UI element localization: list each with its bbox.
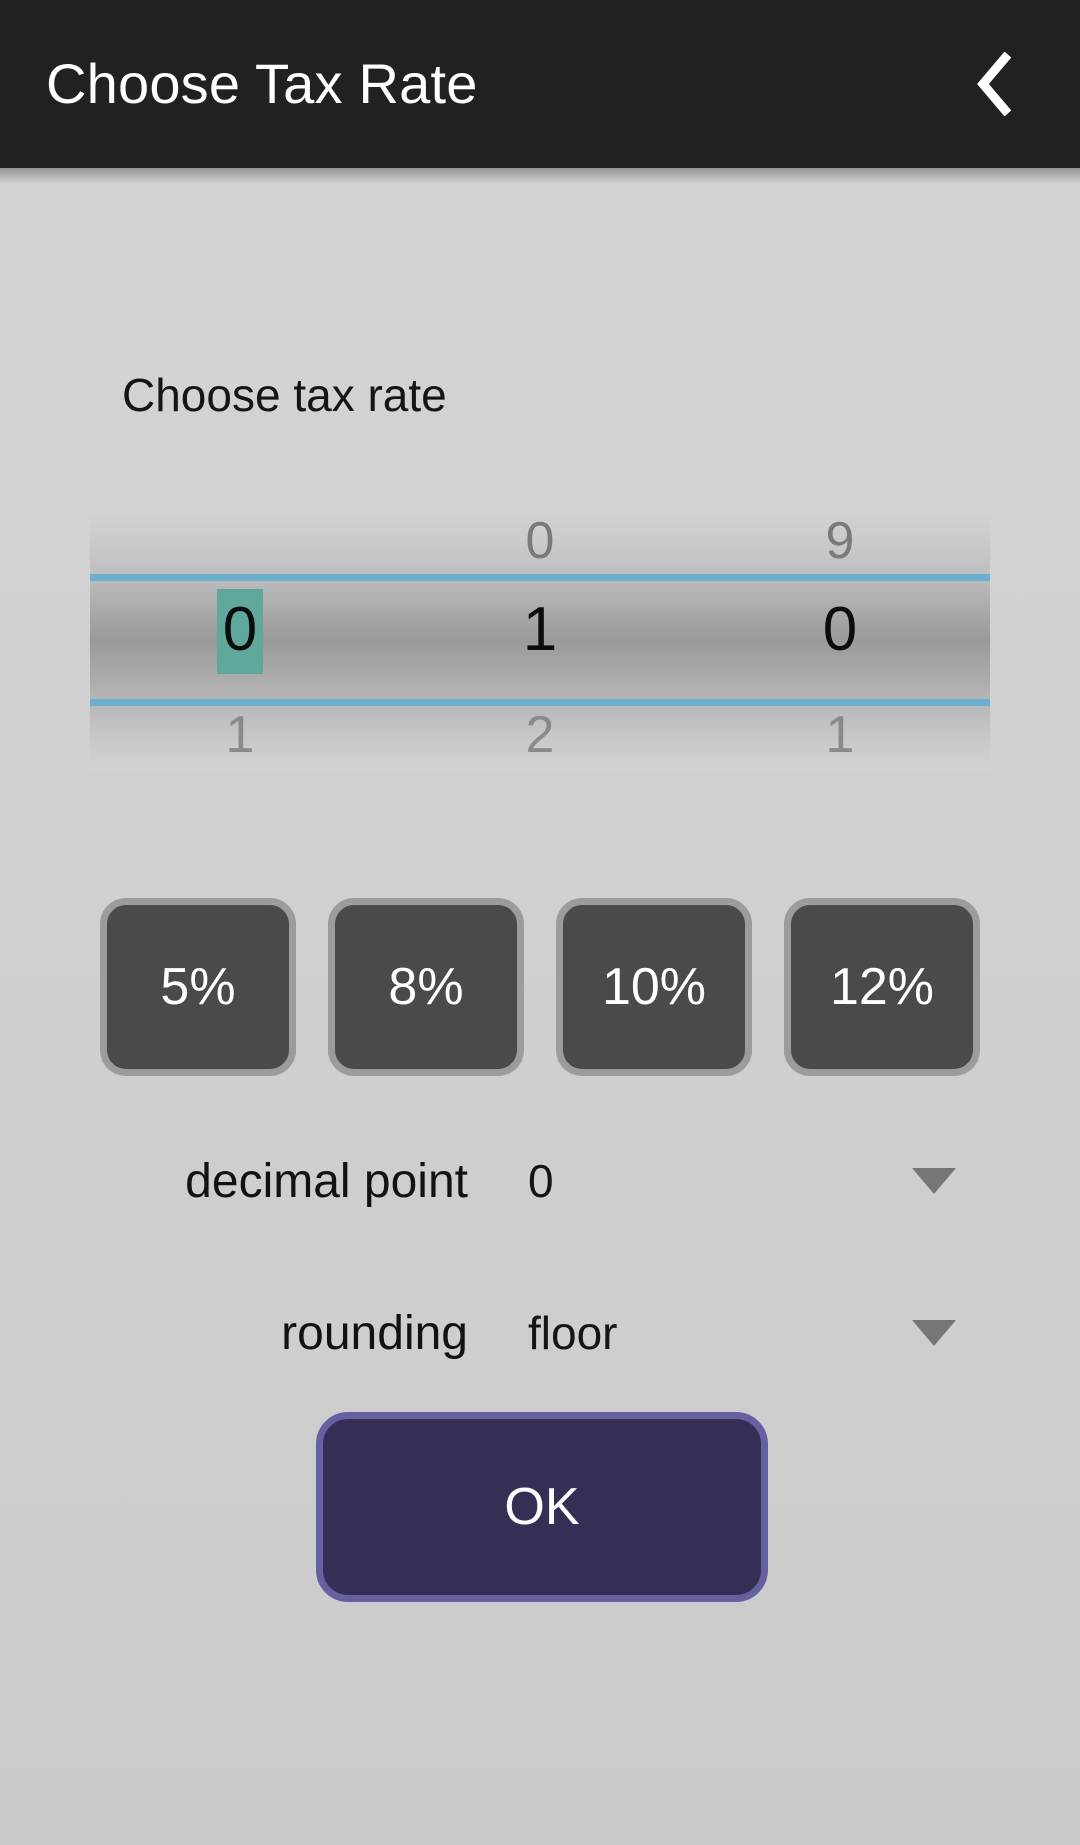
app-bar: Choose Tax Rate	[0, 0, 1080, 168]
picker-column-2[interactable]: 0 1 2	[390, 509, 690, 772]
rounding-value[interactable]: floor	[528, 1306, 617, 1360]
chevron-down-icon[interactable]	[912, 1320, 956, 1346]
back-button[interactable]	[952, 41, 1038, 127]
picker-next-value[interactable]: 1	[90, 709, 390, 761]
preset-button-5[interactable]: 5%	[100, 898, 296, 1076]
picker-column-1[interactable]: 0 1	[90, 509, 390, 772]
picker-selected-value[interactable]: 0	[690, 599, 990, 661]
preset-button-12[interactable]: 12%	[784, 898, 980, 1076]
picker-selected-value[interactable]: 0	[90, 589, 390, 674]
picker-prev-value[interactable]: 9	[690, 515, 990, 567]
decimal-point-row: decimal point 0	[0, 1133, 1080, 1229]
page-title: Choose Tax Rate	[46, 52, 478, 115]
picker-prev-value[interactable]: 0	[390, 515, 690, 567]
preset-rate-buttons: 5% 8% 10% 12%	[100, 898, 980, 1076]
section-label: Choose tax rate	[122, 369, 447, 421]
decimal-point-value[interactable]: 0	[528, 1154, 554, 1208]
rounding-label: rounding	[281, 1306, 468, 1360]
picker-selected-value[interactable]: 1	[390, 599, 690, 661]
picker-next-value[interactable]: 2	[390, 709, 690, 761]
ok-button[interactable]: OK	[316, 1412, 768, 1602]
preset-button-8[interactable]: 8%	[328, 898, 524, 1076]
preset-button-10[interactable]: 10%	[556, 898, 752, 1076]
rounding-row: rounding floor	[0, 1285, 1080, 1381]
picker-column-3[interactable]: 9 0 1	[690, 509, 990, 772]
picker-next-value[interactable]: 1	[690, 709, 990, 761]
chevron-left-icon	[973, 52, 1017, 116]
content-area: Choose tax rate 0 1 0 1 2 9 0 1 5% 8% 10…	[0, 168, 1080, 1845]
picker-highlight: 0	[216, 589, 264, 674]
chevron-down-icon[interactable]	[912, 1168, 956, 1194]
decimal-point-label: decimal point	[185, 1154, 468, 1208]
tax-rate-number-picker[interactable]: 0 1 0 1 2 9 0 1	[90, 509, 990, 772]
